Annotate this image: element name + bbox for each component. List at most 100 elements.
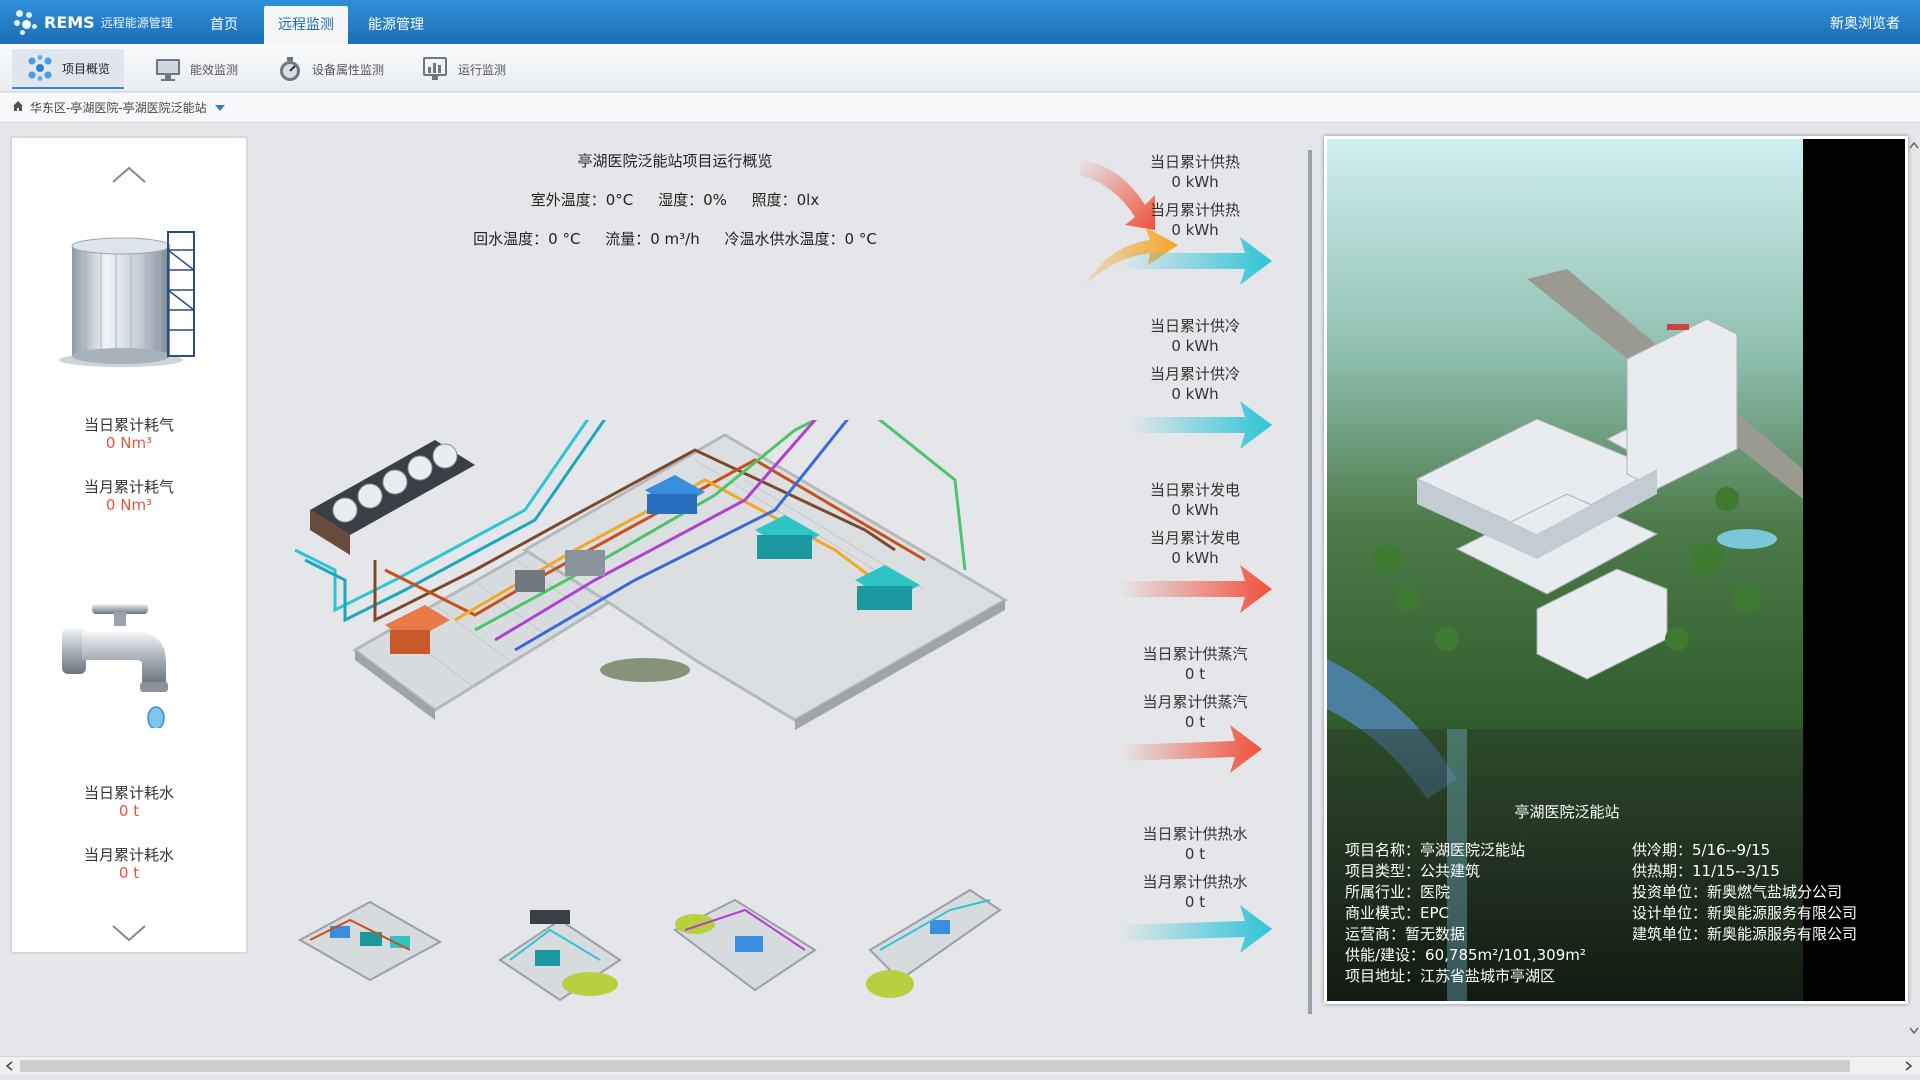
flow-rate: 流量：0 m³/h	[605, 230, 700, 248]
return-water-temp: 回水温度：0 °C	[473, 230, 581, 248]
water-day-value: 0 t	[118, 802, 140, 820]
scroll-right-icon[interactable]	[1902, 1060, 1914, 1072]
diagram-thumbnail-3[interactable]	[665, 880, 825, 1010]
steam-output-arrow	[1120, 725, 1262, 773]
horizontal-scrollbar[interactable]	[0, 1056, 1920, 1074]
home-icon	[12, 100, 24, 115]
hot-water-day-label: 当日累计供热水	[1142, 825, 1248, 843]
water-month-label: 当月累计耗水	[83, 846, 174, 864]
subtab-label: 能效监测	[190, 62, 239, 77]
diagram-thumbnail-1[interactable]	[290, 880, 450, 1010]
nav-tab-home[interactable]: 首页	[196, 6, 252, 44]
gas-month-value: 0 Nm³	[105, 496, 153, 514]
project-industry: 所属行业：医院	[1345, 883, 1451, 901]
subtab-label: 项目概览	[62, 61, 111, 76]
hot-water-supply-readings: 当日累计供热水 0 t 当月累计供热水 0 t	[1120, 824, 1270, 912]
chevron-down-icon[interactable]	[111, 922, 147, 944]
nav-tab-energy-management[interactable]: 能源管理	[354, 6, 438, 44]
project-name: 项目名称：亭湖医院泛能站	[1345, 841, 1526, 859]
cooling-tower-unit	[310, 440, 475, 555]
scroll-down-icon[interactable]	[1908, 1020, 1920, 1040]
subtab-label: 设备属性监测	[312, 62, 385, 77]
diagram-thumbnail-4[interactable]	[850, 880, 1010, 1010]
power-output-arrow	[1120, 565, 1272, 613]
heating-period: 供热期：11/15--3/15	[1632, 862, 1780, 880]
logo-subtitle: 远程能源管理	[100, 15, 173, 30]
monitor-icon	[154, 55, 182, 83]
hot-water-month-value: 0 t	[1184, 893, 1206, 911]
operator: 运营商：暂无数据	[1345, 925, 1466, 943]
gas-month-label: 当月累计耗气	[83, 478, 174, 496]
scroll-left-icon[interactable]	[4, 1060, 16, 1072]
water-month-value: 0 t	[118, 864, 140, 882]
chevron-down-icon[interactable]	[214, 104, 225, 111]
power-generation-readings: 当日累计发电 0 kWh 当月累计发电 0 kWh	[1120, 480, 1270, 568]
project-type: 项目类型：公共建筑	[1345, 862, 1481, 880]
gauge-icon	[276, 55, 304, 83]
nav-tab-remote-monitor[interactable]: 远程监测	[264, 6, 348, 44]
station-name: 亭湖医院泛能站	[1514, 803, 1620, 821]
heat-month-label: 当月累计供热	[1149, 201, 1240, 219]
cooling-period: 供冷期：5/16--9/15	[1632, 841, 1771, 859]
vertical-divider	[1308, 150, 1312, 1014]
cooling-month-value: 0 kWh	[1171, 385, 1219, 403]
supply-construction-area: 供能/建设：60,785m²/101,309m²	[1345, 946, 1586, 964]
project-overview-info: 亭湖医院泛能站项目运行概览 室外温度：0°C 湿度：0% 照度：0lx 回水温度…	[440, 150, 910, 249]
outdoor-temp: 室外温度：0°C	[530, 191, 634, 209]
cooling-supply-readings: 当日累计供冷 0 kWh 当月累计供冷 0 kWh	[1120, 316, 1270, 404]
energy-station-3d-diagram	[294, 420, 1008, 730]
heat-day-value: 0 kWh	[1171, 173, 1219, 191]
hot-water-output-arrow	[1120, 905, 1272, 953]
project-address: 项目地址：江苏省盐城市亭湖区	[1345, 967, 1556, 985]
supply-water-temp: 冷温水供水温度：0 °C	[724, 230, 877, 248]
chevron-up-icon[interactable]	[111, 164, 147, 186]
cooling-day-label: 当日累计供冷	[1149, 317, 1240, 335]
steam-day-label: 当日累计供蒸汽	[1142, 645, 1248, 663]
top-nav-bar: REMS 远程能源管理 首页 远程监测 能源管理 新奥浏览者	[0, 0, 1920, 44]
scroll-up-icon[interactable]	[1908, 136, 1920, 156]
environment-readings: 室外温度：0°C 湿度：0% 照度：0lx	[440, 189, 910, 210]
subtab-label: 运行监测	[458, 62, 507, 77]
cooling-month-label: 当月累计供冷	[1149, 365, 1240, 383]
investor: 投资单位：新奥燃气盐城分公司	[1632, 883, 1843, 901]
logo-text: REMS	[44, 12, 95, 32]
breadcrumb[interactable]: 华东区-亭湖医院-亭湖医院泛能站	[0, 93, 1920, 123]
sub-toolbar: 项目概览 能效监测 设备属性监测 运行监测	[0, 44, 1920, 92]
subtab-efficiency-monitor[interactable]: 能效监测	[140, 49, 252, 89]
scrollbar-thumb[interactable]	[20, 1060, 1850, 1072]
cooling-output-arrow	[1130, 401, 1272, 449]
water-faucet-icon	[62, 604, 168, 728]
subtab-operation-monitor[interactable]: 运行监测	[408, 49, 520, 89]
breadcrumb-text: 华东区-亭湖医院-亭湖医院泛能站	[30, 101, 207, 115]
user-label[interactable]: 新奥浏览者	[1830, 13, 1900, 33]
builder: 建筑单位：新奥能源服务有限公司	[1632, 925, 1858, 943]
humidity: 湿度：0%	[658, 191, 727, 209]
steam-day-value: 0 t	[1184, 665, 1206, 683]
gas-day-value: 0 Nm³	[105, 434, 153, 452]
subtab-project-overview[interactable]: 项目概览	[12, 49, 125, 89]
power-month-value: 0 kWh	[1171, 549, 1219, 567]
power-day-label: 当日累计发电	[1149, 481, 1240, 499]
steam-supply-readings: 当日累计供蒸汽 0 t 当月累计供蒸汽 0 t	[1120, 644, 1270, 732]
gas-tank-icon	[59, 231, 195, 367]
heat-month-value: 0 kWh	[1171, 221, 1219, 239]
steam-month-value: 0 t	[1184, 713, 1206, 731]
consumption-panel: 当日累计耗气 0 Nm³ 当月累计耗气 0 Nm³ 当日累计耗水 0 t 当月累…	[10, 136, 248, 954]
designer: 设计单位：新奥能源服务有限公司	[1632, 904, 1858, 922]
project-info-overlay: 亭湖医院泛能站 项目名称：亭湖医院泛能站 项目类型：公共建筑 所属行业：医院 商…	[1327, 139, 1905, 1001]
cooling-day-value: 0 kWh	[1171, 337, 1219, 355]
water-day-label: 当日累计耗水	[83, 784, 174, 802]
steam-month-label: 当月累计供蒸汽	[1142, 693, 1248, 711]
app-logo[interactable]: REMS 远程能源管理	[12, 8, 173, 36]
logo-icon	[12, 8, 40, 36]
business-model: 商业模式：EPC	[1345, 904, 1449, 922]
heat-supply-readings: 当日累计供热 0 kWh 当月累计供热 0 kWh	[1120, 152, 1270, 240]
illuminance: 照度：0lx	[751, 191, 820, 209]
hot-water-month-label: 当月累计供热水	[1142, 873, 1248, 891]
diagram-thumbnail-2[interactable]	[480, 880, 640, 1010]
power-day-value: 0 kWh	[1171, 501, 1219, 519]
molecule-icon	[26, 54, 54, 82]
water-readings: 回水温度：0 °C 流量：0 m³/h 冷温水供水温度：0 °C	[440, 228, 910, 249]
subtab-equipment-monitor[interactable]: 设备属性监测	[262, 49, 398, 89]
power-month-label: 当月累计发电	[1149, 529, 1240, 547]
